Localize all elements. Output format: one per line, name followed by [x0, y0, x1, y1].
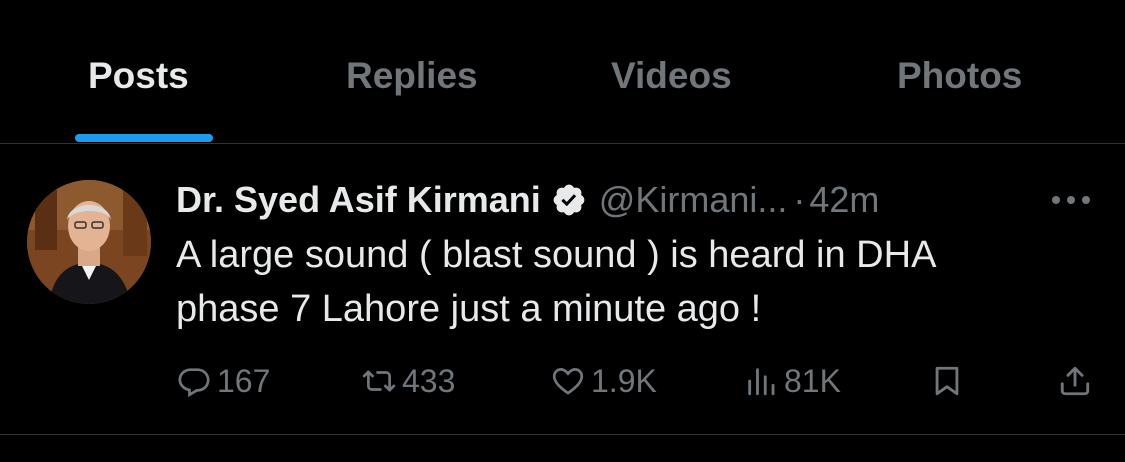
bookmark-icon: [935, 366, 959, 396]
author-handle[interactable]: @Kirmani...: [599, 179, 788, 221]
profile-tabs: Posts Replies Videos Photos: [0, 0, 1125, 143]
tweet-text: A large sound ( blast sound ) is heard i…: [176, 228, 1076, 336]
active-tab-indicator: [75, 134, 213, 142]
views-chart-icon: [748, 368, 775, 396]
reply-button[interactable]: 167: [177, 356, 270, 406]
heart-icon: [552, 368, 584, 395]
tweet-text-line: phase 7 Lahore just a minute ago !: [176, 288, 762, 330]
repost-count: 433: [402, 362, 456, 399]
tweet-header: Dr. Syed Asif Kirmani @Kirmani... · 42m: [176, 176, 879, 224]
avatar[interactable]: [27, 180, 151, 304]
tweet-timestamp[interactable]: 42m: [809, 179, 879, 221]
tabs-divider: [0, 143, 1125, 144]
more-options-icon[interactable]: [1048, 190, 1094, 210]
tweet-divider: [0, 434, 1125, 435]
avatar-image: [27, 180, 151, 304]
repost-button[interactable]: 433: [362, 356, 455, 406]
tab-replies[interactable]: Replies: [346, 55, 478, 97]
views-button[interactable]: 81K: [744, 356, 841, 406]
reply-icon: [178, 368, 210, 398]
tab-photos[interactable]: Photos: [897, 55, 1022, 97]
dot-separator: ·: [793, 179, 806, 220]
view-count: 81K: [784, 362, 841, 399]
tab-posts[interactable]: Posts: [88, 55, 189, 97]
reply-count: 167: [217, 362, 271, 399]
repost-icon: [362, 370, 396, 392]
like-button[interactable]: 1.9K: [551, 356, 657, 406]
share-icon: [1060, 366, 1090, 396]
share-button[interactable]: [1058, 356, 1098, 406]
tab-videos[interactable]: Videos: [611, 55, 732, 97]
verified-badge-icon[interactable]: [551, 182, 587, 218]
like-count: 1.9K: [591, 362, 657, 399]
tweet-actions: 167 433 1.9K 81K: [0, 356, 1125, 406]
tweet-text-line: A large sound ( blast sound ) is heard i…: [176, 234, 937, 276]
bookmark-button[interactable]: [930, 356, 970, 406]
author-name[interactable]: Dr. Syed Asif Kirmani: [176, 179, 541, 221]
